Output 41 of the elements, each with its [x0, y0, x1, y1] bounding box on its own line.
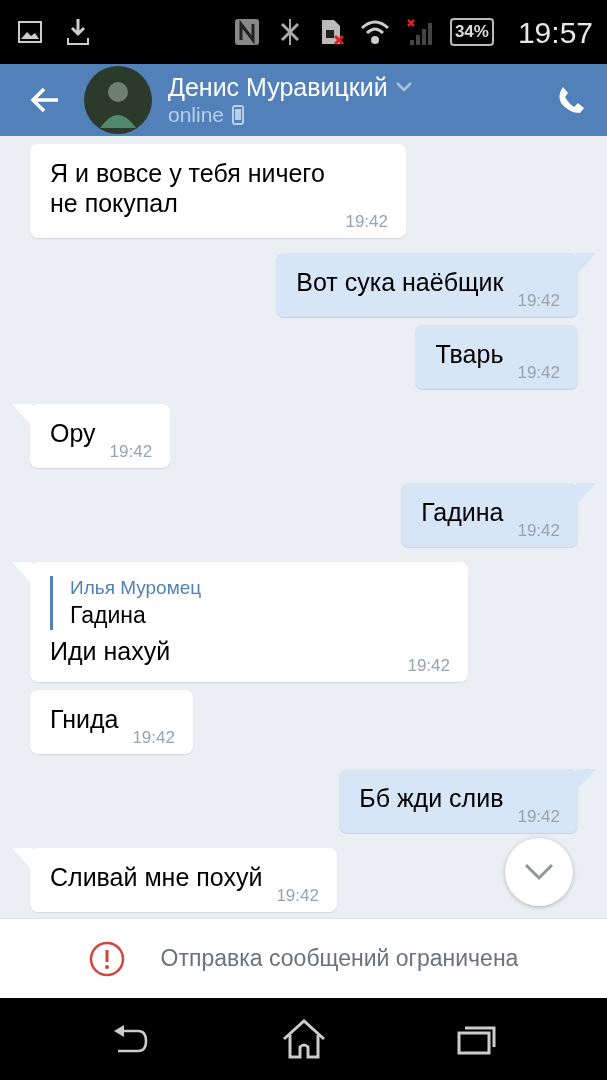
home-icon[interactable] [281, 1019, 326, 1059]
nfc-icon [233, 18, 260, 46]
quote-author: Илья Муромец [70, 576, 203, 600]
message-time: 19:42 [517, 522, 560, 539]
message-time: 19:42 [517, 364, 560, 381]
message-text: Гадина [421, 497, 504, 528]
message-text: Бб жди слив [359, 783, 504, 814]
message-time: 19:42 [109, 443, 153, 460]
message-text: Я и вовсе у тебя ничего не покупал [50, 158, 326, 219]
chevron-down-icon [395, 82, 412, 92]
back-arrow-icon [30, 87, 60, 113]
message-time: 19:42 [132, 729, 175, 746]
phone-icon [557, 86, 585, 114]
battery-level: 34% [449, 18, 494, 46]
message-time: 19:42 [345, 213, 388, 230]
message-text: Сливай мне похуй [50, 862, 263, 893]
message-time: 19:42 [276, 887, 319, 904]
message-time: 19:42 [407, 657, 450, 674]
quote-text: Гадина [70, 601, 147, 630]
warning-icon [88, 940, 125, 977]
message-time: 19:42 [517, 292, 560, 309]
message-time: 19:42 [517, 808, 560, 825]
image-icon [18, 21, 42, 43]
wifi-icon [359, 19, 390, 45]
download-icon [66, 18, 90, 46]
back-button[interactable] [30, 87, 60, 113]
contact-name[interactable]: Денис Муравицкий [168, 72, 388, 102]
phone-device-icon [232, 105, 245, 125]
sim-card-icon [319, 18, 344, 46]
signal-icon [405, 18, 434, 46]
call-button[interactable] [557, 86, 585, 114]
avatar-icon [84, 66, 152, 134]
restriction-notice: Отправка сообщений ограничена [160, 944, 519, 974]
clock-time: 19:57 [517, 14, 593, 51]
chevron-down-icon [524, 863, 554, 881]
message-text: Вот сука наёбщик [296, 267, 504, 298]
online-status: online [168, 102, 225, 128]
message-text: Иди нахуй [50, 636, 172, 667]
message-text: Гнида [50, 704, 119, 735]
message-text: Ору [50, 418, 96, 449]
message-text: Тварь [435, 339, 504, 370]
